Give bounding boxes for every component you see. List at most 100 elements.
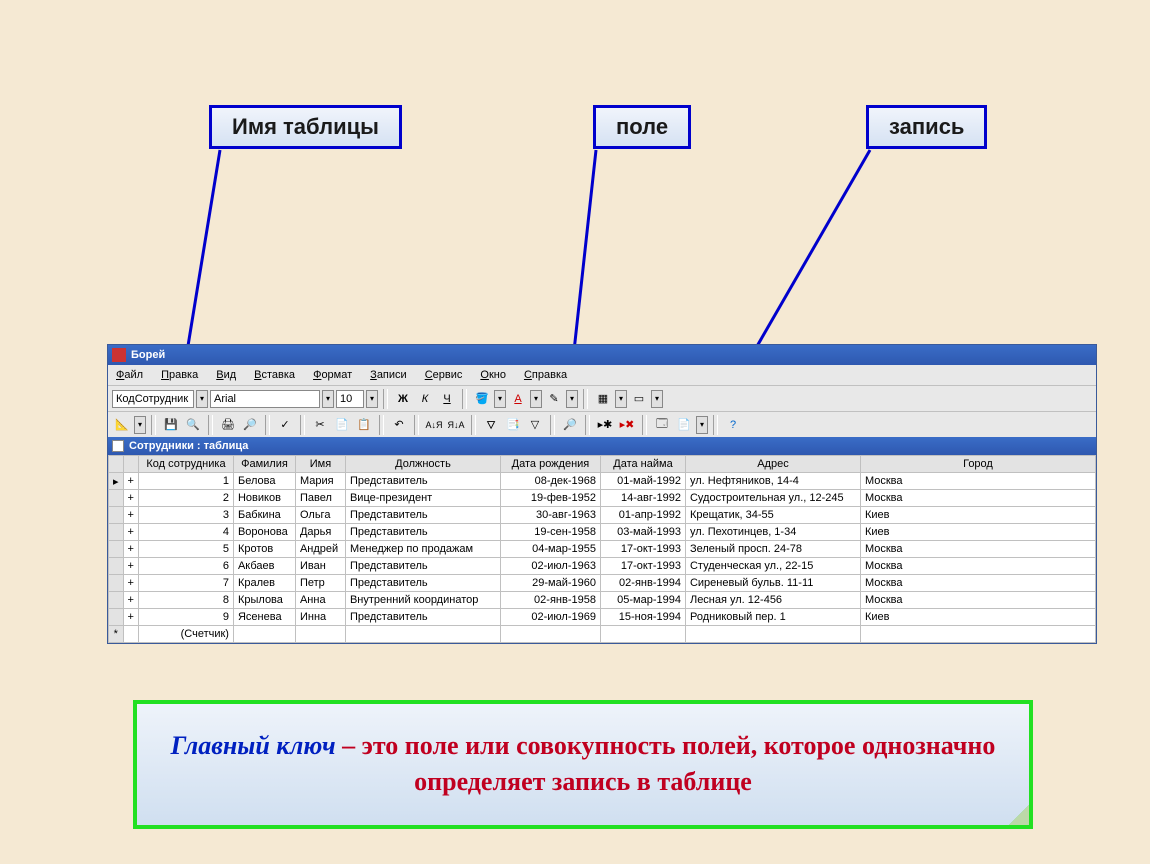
spelling-button[interactable]: ✓ [275,415,295,435]
print-button[interactable]: 🖨 [218,415,238,435]
cell-address[interactable]: Судостроительная ул., 12-245 [685,490,860,507]
cell-address[interactable]: Зеленый просп. 24-78 [685,541,860,558]
cell-hiredate[interactable]: 15-ноя-1994 [600,609,685,626]
cell-firstname[interactable]: Павел [295,490,345,507]
col-id[interactable]: Код сотрудника [138,456,233,473]
menu-records[interactable]: Записи [362,367,415,383]
col-city[interactable]: Город [860,456,1095,473]
cell-id[interactable]: 3 [138,507,233,524]
cell-hiredate[interactable]: 03-май-1993 [600,524,685,541]
special-effect-button[interactable]: ▭ [629,389,649,409]
cell-hiredate[interactable]: 14-авг-1992 [600,490,685,507]
cell-address[interactable]: Родниковый пер. 1 [685,609,860,626]
fontsize-dropdown[interactable]: ▾ [366,390,378,408]
expand-cell[interactable]: + [123,541,138,558]
cell-position[interactable]: Внутренний координатор [345,592,500,609]
cell-firstname[interactable]: Иван [295,558,345,575]
cell-id-placeholder[interactable]: (Счетчик) [138,626,233,643]
row-selector[interactable]: * [109,626,124,643]
cell-position[interactable]: Менеджер по продажам [345,541,500,558]
row-selector[interactable] [109,524,124,541]
font-color-button[interactable]: A [508,389,528,409]
cell-birthdate[interactable]: 30-авг-1963 [500,507,600,524]
help-button[interactable]: ? [723,415,743,435]
sort-desc-button[interactable]: Я↓А [446,415,466,435]
menu-help[interactable]: Справка [516,367,575,383]
cell-id[interactable]: 7 [138,575,233,592]
cell-lastname[interactable]: Воронова [233,524,295,541]
row-selector-header[interactable] [109,456,124,473]
font-selector[interactable] [210,390,320,408]
menu-view[interactable]: Вид [208,367,244,383]
cell-birthdate[interactable]: 04-мар-1955 [500,541,600,558]
db-window-button[interactable]: 🗔 [652,415,672,435]
cell-id[interactable]: 8 [138,592,233,609]
col-hiredate[interactable]: Дата найма [600,456,685,473]
cell-firstname[interactable]: Анна [295,592,345,609]
cell-address[interactable]: ул. Нефтяников, 14-4 [685,473,860,490]
paste-button[interactable]: 📋 [354,415,374,435]
cell-birthdate[interactable]: 19-фев-1952 [500,490,600,507]
fill-color-dropdown[interactable]: ▾ [494,390,506,408]
table-row[interactable]: +7КралевПетрПредставитель29-май-196002-я… [109,575,1096,592]
cell-firstname[interactable]: Дарья [295,524,345,541]
cell-address[interactable]: Сиреневый бульв. 11-11 [685,575,860,592]
menu-file[interactable]: Файл [108,367,151,383]
row-selector[interactable] [109,541,124,558]
cell-birthdate[interactable]: 19-сен-1958 [500,524,600,541]
col-lastname[interactable]: Фамилия [233,456,295,473]
cell-city[interactable]: Москва [860,592,1095,609]
cell-firstname[interactable]: Инна [295,609,345,626]
sort-asc-button[interactable]: А↓Я [424,415,444,435]
undo-button[interactable]: ↶ [389,415,409,435]
table-row[interactable]: +3БабкинаОльгаПредставитель30-авг-196301… [109,507,1096,524]
menu-format[interactable]: Формат [305,367,360,383]
data-grid[interactable]: Код сотрудника Фамилия Имя Должность Дат… [108,455,1096,643]
cell-firstname[interactable]: Петр [295,575,345,592]
table-row[interactable]: +2НовиковПавелВице-президент19-фев-19521… [109,490,1096,507]
field-selector[interactable] [112,390,194,408]
menu-service[interactable]: Сервис [417,367,471,383]
menu-edit[interactable]: Правка [153,367,206,383]
cell-lastname[interactable]: Белова [233,473,295,490]
cell-city[interactable]: Москва [860,575,1095,592]
expand-cell[interactable]: + [123,609,138,626]
expand-cell[interactable]: + [123,524,138,541]
row-selector[interactable]: ▸ [109,473,124,490]
cell-city[interactable]: Киев [860,609,1095,626]
fontsize-selector[interactable] [336,390,364,408]
cell-hiredate[interactable]: 17-окт-1993 [600,541,685,558]
cell-id[interactable]: 2 [138,490,233,507]
cell-hiredate[interactable]: 05-мар-1994 [600,592,685,609]
design-view-button[interactable]: 📐 [112,415,132,435]
cell-city[interactable]: Москва [860,541,1095,558]
cell-position[interactable]: Представитель [345,609,500,626]
cell-lastname[interactable]: Ясенева [233,609,295,626]
cell-hiredate[interactable]: 01-май-1992 [600,473,685,490]
cell-position[interactable]: Представитель [345,473,500,490]
cell-lastname[interactable]: Бабкина [233,507,295,524]
table-row[interactable]: +9ЯсеневаИннаПредставитель02-июл-196915-… [109,609,1096,626]
row-selector[interactable] [109,609,124,626]
underline-button[interactable]: Ч [437,389,457,409]
find-button[interactable]: 🔎 [560,415,580,435]
cell-birthdate[interactable]: 08-дек-1968 [500,473,600,490]
line-color-dropdown[interactable]: ▾ [566,390,578,408]
line-color-button[interactable]: ✎ [544,389,564,409]
cell-birthdate[interactable]: 02-июл-1969 [500,609,600,626]
cell-firstname[interactable]: Мария [295,473,345,490]
table-row[interactable]: +8КрыловаАннаВнутренний координатор02-ян… [109,592,1096,609]
cell-lastname[interactable]: Кралев [233,575,295,592]
cell-address[interactable]: ул. Пехотинцев, 1-34 [685,524,860,541]
filter-selection-button[interactable]: 🜄 [481,415,501,435]
cell-position[interactable]: Представитель [345,507,500,524]
expand-cell[interactable]: + [123,490,138,507]
table-row[interactable]: +5КротовАндрейМенеджер по продажам04-мар… [109,541,1096,558]
search-file-button[interactable]: 🔍 [183,415,203,435]
cell-hiredate[interactable]: 02-янв-1994 [600,575,685,592]
menu-insert[interactable]: Вставка [246,367,303,383]
cell-position[interactable]: Представитель [345,558,500,575]
cell-address[interactable]: Крещатик, 34-55 [685,507,860,524]
cell-position[interactable]: Представитель [345,524,500,541]
expand-cell[interactable]: + [123,507,138,524]
